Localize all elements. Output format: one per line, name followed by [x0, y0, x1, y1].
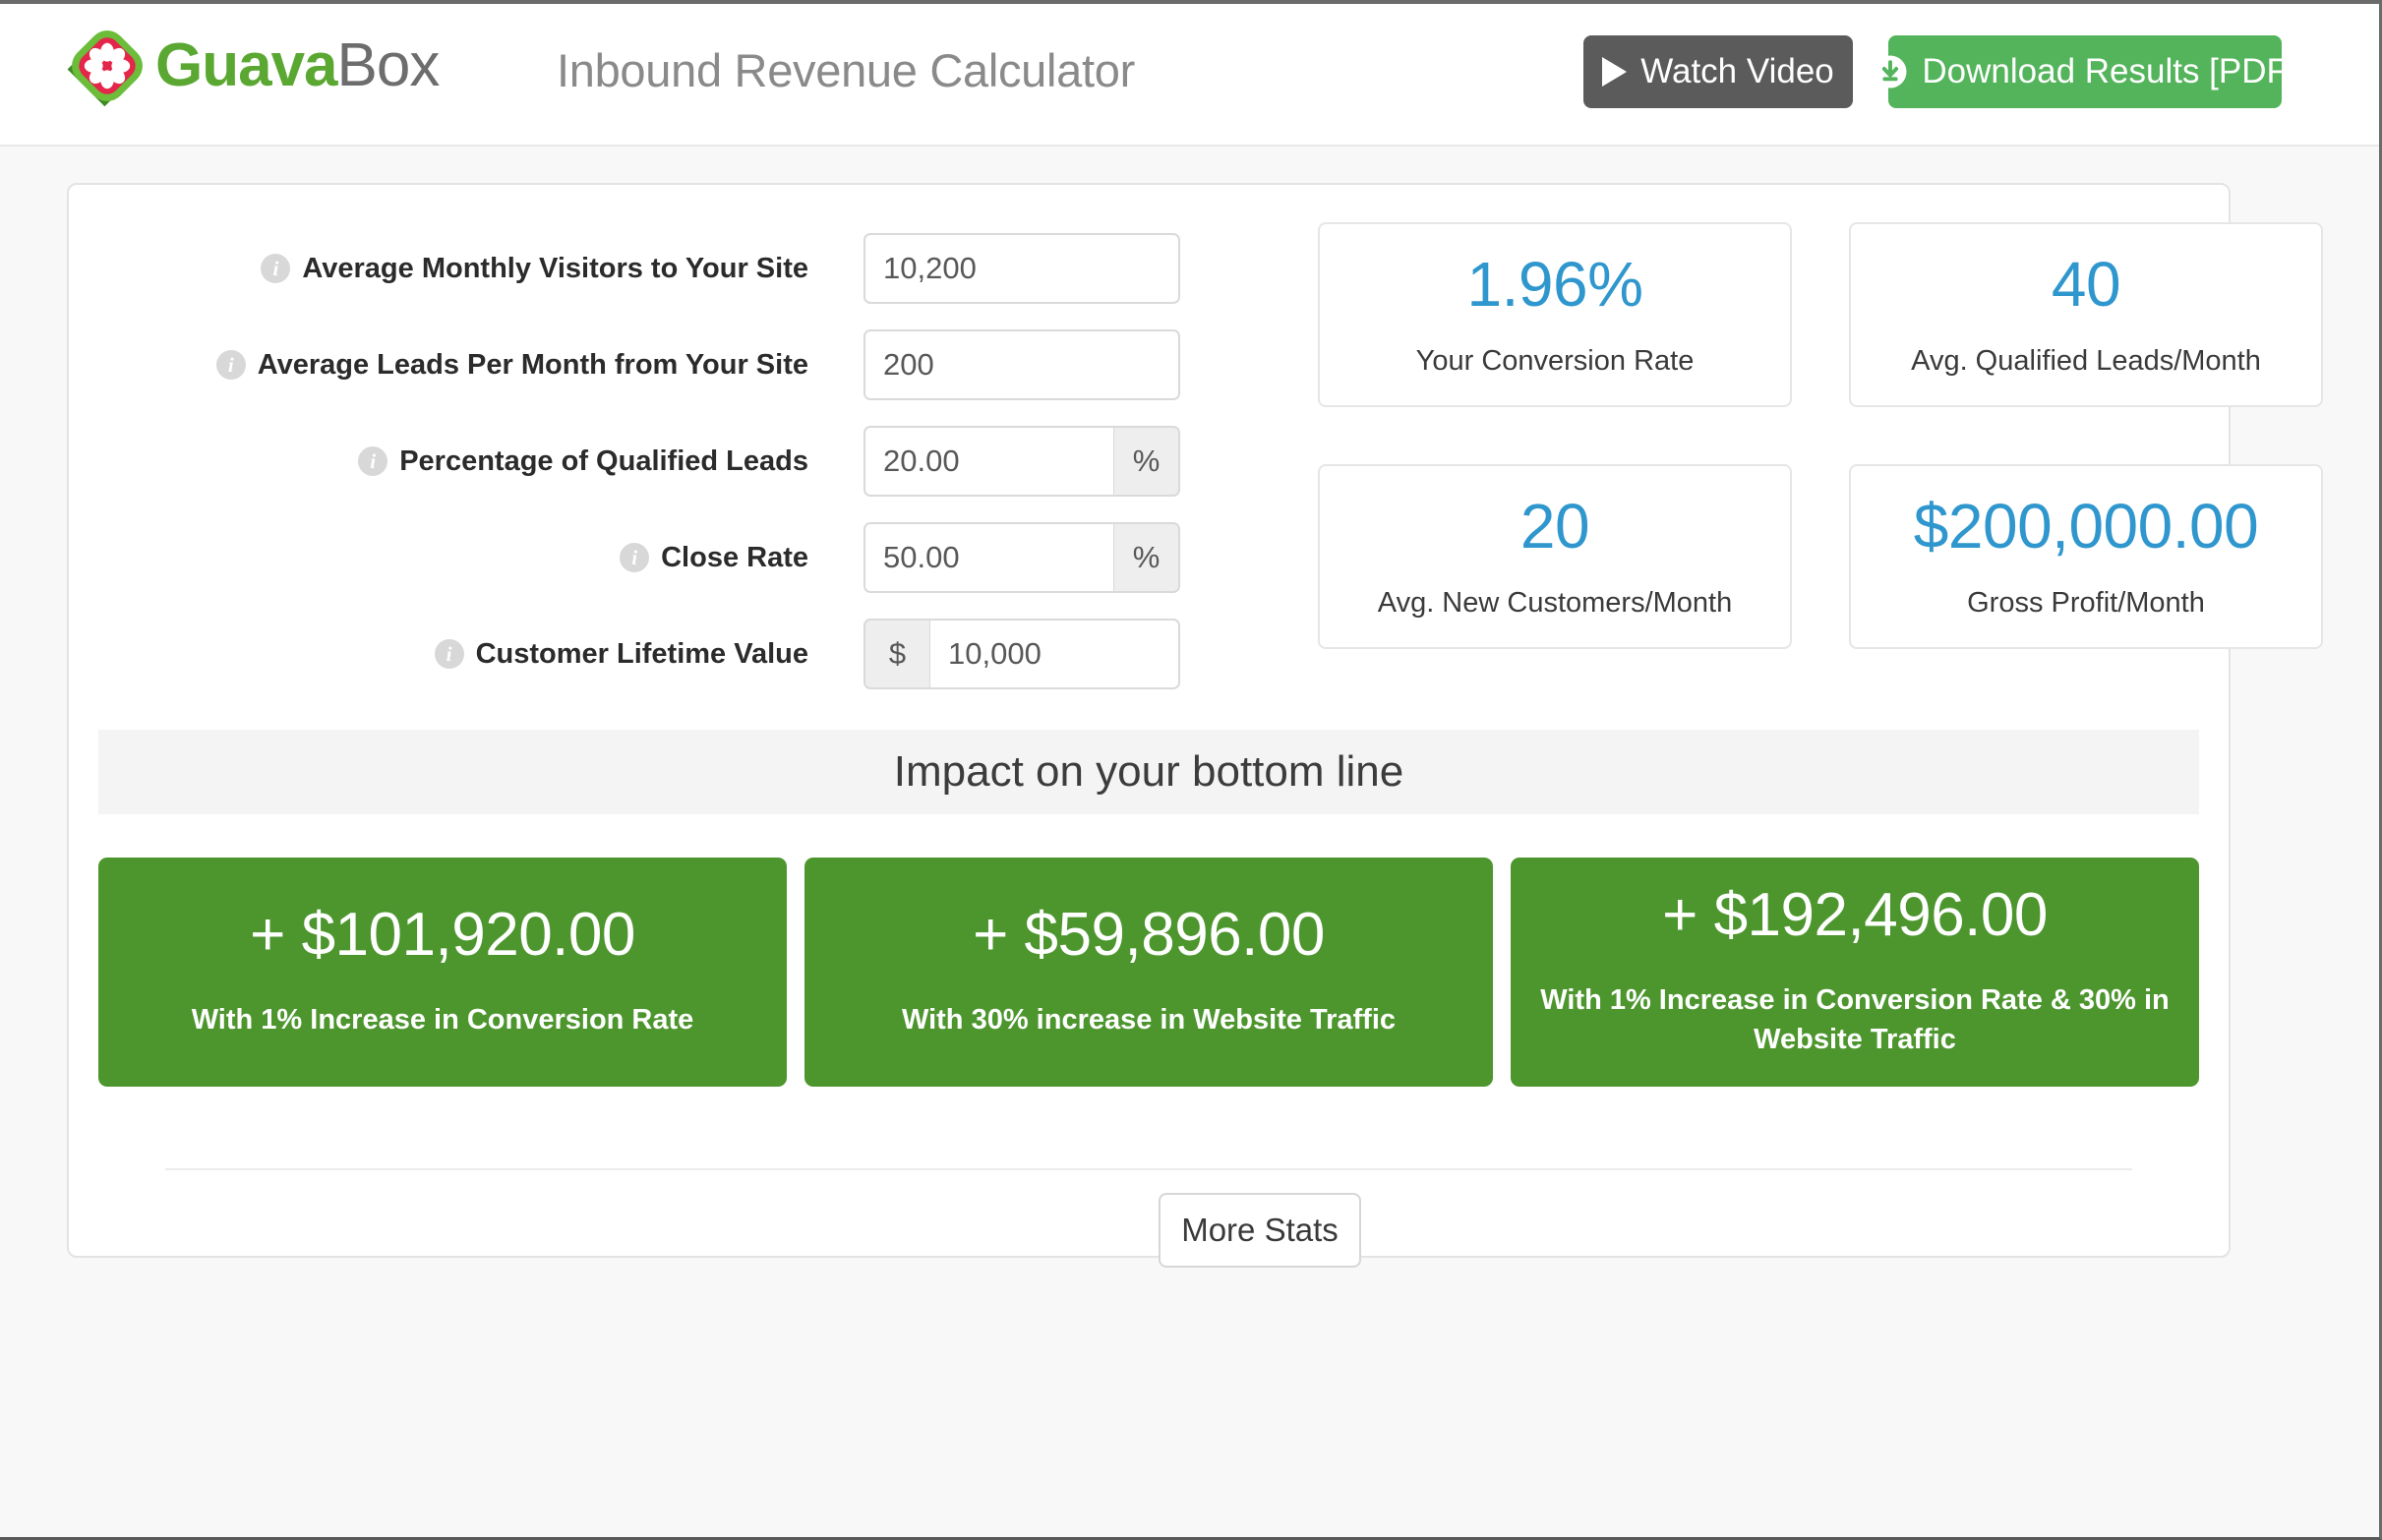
percent-suffix-addon: % [1113, 522, 1180, 593]
input-group-close-rate: % [863, 522, 1180, 593]
percent-suffix-addon: % [1113, 426, 1180, 497]
watch-video-button[interactable]: Watch Video [1583, 35, 1853, 108]
customer-lifetime-value-input[interactable] [930, 619, 1180, 689]
form-row-monthly-leads: i Average Leads Per Month from Your Site [69, 317, 1180, 413]
info-icon[interactable]: i [434, 639, 464, 669]
stat-value: 1.96% [1466, 248, 1643, 320]
impact-amount: + $101,920.00 [250, 900, 635, 969]
input-group-customer-lifetime-value: $ [863, 619, 1180, 689]
stat-card-qualified-leads: 40 Avg. Qualified Leads/Month [1849, 222, 2323, 407]
impact-amount: + $192,496.00 [1662, 881, 2048, 950]
form-row-close-rate: i Close Rate % [69, 509, 1180, 606]
stat-card-gross-profit: $200,000.00 Gross Profit/Month [1849, 464, 2323, 649]
label-text: Average Leads Per Month from Your Site [257, 348, 808, 381]
monthly-visitors-input[interactable] [863, 233, 1180, 304]
impact-box-conversion-rate: + $101,920.00 With 1% Increase in Conver… [98, 858, 787, 1087]
download-results-label: Download Results [PDF] [1922, 52, 2297, 90]
stat-card-new-customers: 20 Avg. New Customers/Month [1318, 464, 1792, 649]
form-row-qualified-leads-pct: i Percentage of Qualified Leads % [69, 413, 1180, 509]
inputs-form: i Average Monthly Visitors to Your Site … [69, 220, 1180, 702]
brand-name-guava: Guava [155, 31, 338, 99]
download-results-pdf-button[interactable]: Download Results [PDF] [1874, 35, 2297, 108]
label-close-rate: i Close Rate [620, 542, 808, 574]
info-icon[interactable]: i [358, 446, 388, 476]
app-header: GuavaBox Inbound Revenue Calculator Watc… [0, 4, 2379, 147]
label-customer-lifetime-value: i Customer Lifetime Value [434, 637, 808, 671]
close-rate-input[interactable] [863, 522, 1113, 593]
impact-box-website-traffic: + $59,896.00 With 30% increase in Websit… [804, 858, 1493, 1087]
label-monthly-visitors: i Average Monthly Visitors to Your Site [261, 253, 808, 285]
stat-value: 20 [1519, 490, 1590, 562]
input-group-monthly-leads [863, 329, 1180, 400]
download-circle-icon [1873, 54, 1908, 89]
label-text: Close Rate [661, 541, 808, 573]
label-monthly-leads: i Average Leads Per Month from Your Site [215, 348, 808, 382]
stat-label: Your Conversion Rate [1415, 344, 1695, 377]
info-icon[interactable]: i [620, 543, 650, 572]
watch-video-label: Watch Video [1640, 52, 1834, 90]
impact-box-combined: + $192,496.00 With 1% Increase in Conver… [1511, 858, 2199, 1087]
more-stats-button[interactable]: More Stats [1159, 1193, 1361, 1268]
impact-caption: With 1% Increase in Conversion Rate [191, 1003, 694, 1036]
info-icon[interactable]: i [261, 254, 291, 283]
stat-card-conversion-rate: 1.96% Your Conversion Rate [1318, 222, 1792, 407]
stat-label: Avg. New Customers/Month [1377, 586, 1733, 619]
stat-label: Gross Profit/Month [1967, 586, 2205, 619]
page-title: Inbound Revenue Calculator [557, 44, 1135, 96]
stat-value: $200,000.00 [1913, 490, 2259, 562]
monthly-leads-input[interactable] [863, 329, 1180, 400]
impact-caption: With 30% increase in Website Traffic [901, 1003, 1397, 1036]
impact-boxes-row: + $101,920.00 With 1% Increase in Conver… [98, 858, 2199, 1087]
qualified-leads-pct-input[interactable] [863, 426, 1113, 497]
guava-slice-logo-icon [65, 24, 149, 108]
brand-name-box: Box [336, 31, 441, 99]
play-icon [1602, 57, 1628, 87]
form-row-monthly-visitors: i Average Monthly Visitors to Your Site [69, 220, 1180, 317]
form-row-customer-lifetime-value: i Customer Lifetime Value $ [69, 606, 1180, 702]
label-text: Average Monthly Visitors to Your Site [302, 252, 808, 284]
impact-amount: + $59,896.00 [973, 900, 1325, 969]
input-group-monthly-visitors [863, 233, 1180, 304]
dollar-prefix-addon: $ [863, 619, 930, 689]
info-icon[interactable]: i [215, 350, 246, 380]
label-qualified-leads-pct: i Percentage of Qualified Leads [358, 445, 808, 478]
page-root: GuavaBox Inbound Revenue Calculator Watc… [0, 0, 2382, 1540]
impact-title: Impact on your bottom line [893, 747, 1404, 796]
calculator-card: i Average Monthly Visitors to Your Site … [67, 183, 2323, 1268]
impact-caption: With 1% Increase in Conversion Rate & 30… [1540, 984, 2170, 1055]
stat-label: Avg. Qualified Leads/Month [1911, 344, 2261, 377]
stat-value: 40 [2051, 248, 2121, 320]
input-group-qualified-leads-pct: % [863, 426, 1180, 497]
label-text: Customer Lifetime Value [475, 637, 808, 670]
impact-section-header: Impact on your bottom line [98, 730, 2199, 814]
summary-stats-grid: 1.96% Your Conversion Rate 40 Avg. Quali… [1318, 222, 2331, 649]
brand-logo[interactable]: GuavaBox [65, 24, 441, 108]
divider [165, 1168, 2132, 1170]
label-text: Percentage of Qualified Leads [399, 444, 808, 477]
